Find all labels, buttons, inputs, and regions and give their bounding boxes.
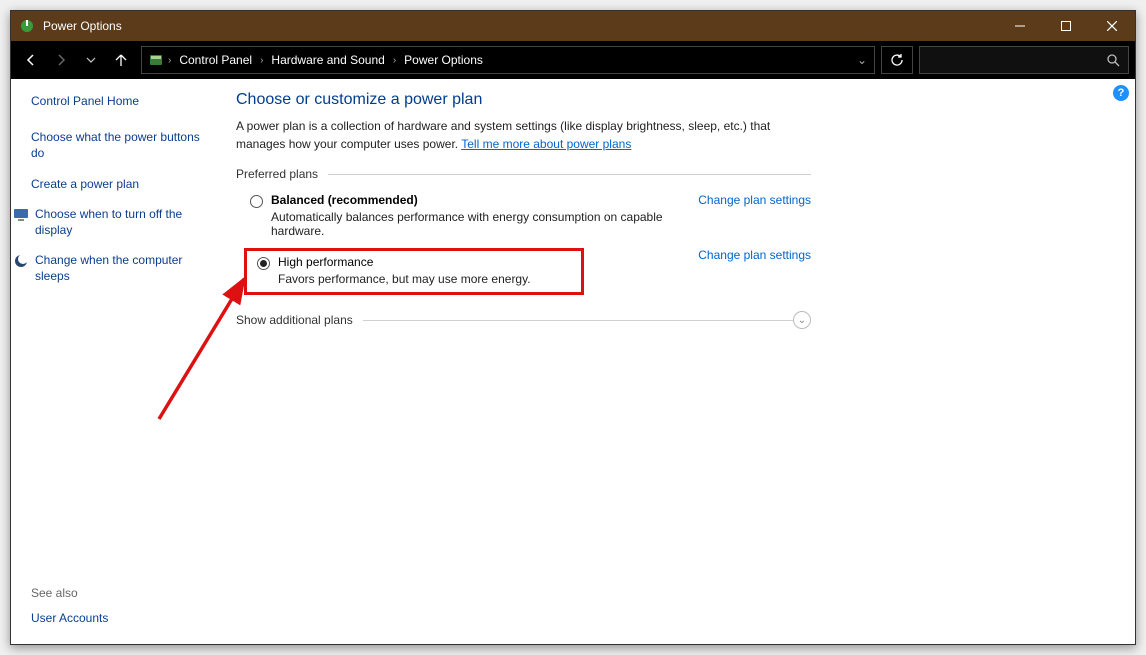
- main-panel: ? Choose or customize a power plan A pow…: [216, 79, 1135, 644]
- titlebar: Power Options: [11, 11, 1135, 41]
- plan-balanced: Balanced (recommended) Automatically bal…: [236, 189, 811, 244]
- location-icon: [146, 50, 166, 70]
- plan-balanced-desc: Automatically balances performance with …: [271, 210, 678, 238]
- sidebar-link-user-accounts[interactable]: User Accounts: [31, 610, 204, 626]
- sidebar-link-power-buttons[interactable]: Choose what the power buttons do: [31, 129, 204, 161]
- plan-high-performance-row: High performance Favors performance, but…: [236, 244, 811, 301]
- sidebar-link-turn-off-display[interactable]: Choose when to turn off the display: [35, 206, 204, 238]
- crumb-control-panel[interactable]: Control Panel: [173, 53, 258, 67]
- divider: [328, 174, 811, 175]
- chevron-right-icon: ›: [391, 55, 398, 66]
- page-title: Choose or customize a power plan: [236, 91, 1115, 109]
- breadcrumb[interactable]: › Control Panel › Hardware and Sound › P…: [141, 46, 875, 74]
- chevron-right-icon: ›: [258, 55, 265, 66]
- close-button[interactable]: [1089, 11, 1135, 41]
- navigation-bar: › Control Panel › Hardware and Sound › P…: [11, 41, 1135, 79]
- recent-dropdown[interactable]: [77, 46, 105, 74]
- change-settings-balanced[interactable]: Change plan settings: [678, 193, 811, 207]
- content-area: Control Panel Home Choose what the power…: [11, 79, 1135, 644]
- sidebar-link-computer-sleeps[interactable]: Change when the computer sleeps: [35, 252, 204, 284]
- chevron-down-icon[interactable]: ⌄: [850, 53, 874, 67]
- preferred-plans-header: Preferred plans: [236, 167, 811, 181]
- app-icon: [19, 18, 35, 34]
- maximize-button[interactable]: [1043, 11, 1089, 41]
- minimize-button[interactable]: [997, 11, 1043, 41]
- crumb-hardware-sound[interactable]: Hardware and Sound: [265, 53, 390, 67]
- search-input[interactable]: [919, 46, 1129, 74]
- see-also-label: See also: [31, 586, 204, 600]
- up-button[interactable]: [107, 46, 135, 74]
- window-frame: Power Options › Control Panel › Hardware…: [10, 10, 1136, 645]
- back-button[interactable]: [17, 46, 45, 74]
- search-icon: [1107, 54, 1120, 67]
- sidebar-home-link[interactable]: Control Panel Home: [31, 93, 204, 109]
- plan-high-performance-title[interactable]: High performance: [278, 255, 575, 269]
- preferred-plans-label: Preferred plans: [236, 167, 318, 181]
- radio-balanced[interactable]: [250, 195, 263, 208]
- chevron-right-icon: ›: [166, 55, 173, 66]
- sidebar-link-create-plan[interactable]: Create a power plan: [31, 176, 204, 192]
- window-controls: [997, 11, 1135, 41]
- plan-high-performance-desc: Favors performance, but may use more ene…: [278, 272, 575, 286]
- page-description: A power plan is a collection of hardware…: [236, 117, 816, 153]
- crumb-power-options[interactable]: Power Options: [398, 53, 489, 67]
- refresh-button[interactable]: [881, 46, 913, 74]
- divider: [363, 320, 793, 321]
- moon-icon: [13, 253, 29, 269]
- change-settings-high-performance[interactable]: Change plan settings: [678, 248, 811, 262]
- sidebar: Control Panel Home Choose what the power…: [11, 79, 216, 644]
- chevron-down-icon[interactable]: ⌄: [793, 311, 811, 329]
- annotation-highlight-box: High performance Favors performance, but…: [244, 248, 584, 295]
- learn-more-link[interactable]: Tell me more about power plans: [461, 137, 631, 151]
- monitor-icon: [13, 207, 29, 223]
- show-additional-plans[interactable]: Show additional plans ⌄: [236, 311, 811, 329]
- window-title: Power Options: [43, 19, 997, 33]
- plan-balanced-title[interactable]: Balanced (recommended): [271, 193, 678, 207]
- show-additional-label: Show additional plans: [236, 313, 353, 327]
- radio-high-performance[interactable]: [257, 257, 270, 270]
- forward-button[interactable]: [47, 46, 75, 74]
- help-icon[interactable]: ?: [1113, 85, 1129, 101]
